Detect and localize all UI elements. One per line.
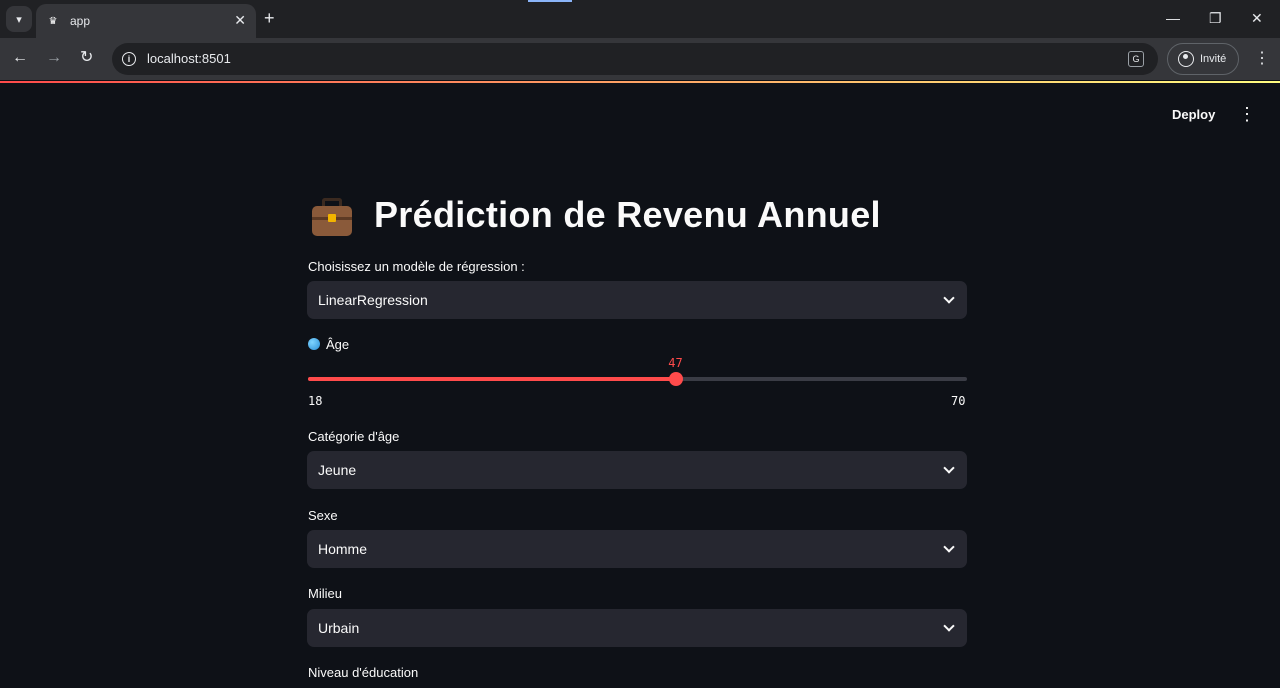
age-label-text: Âge [326, 337, 350, 352]
site-info-icon[interactable]: i [122, 52, 136, 66]
age-slider-fill [308, 377, 676, 381]
reload-button[interactable]: ↻ [80, 48, 93, 68]
page-title-row: Prédiction de Revenu Annuel [308, 190, 881, 240]
milieu-select[interactable]: Urbain [307, 609, 967, 647]
age-category-value: Jeune [318, 462, 357, 478]
age-slider-thumb[interactable] [668, 372, 683, 386]
globe-icon [308, 338, 320, 350]
model-select[interactable]: LinearRegression [307, 281, 967, 319]
age-slider-value: 47 [668, 356, 683, 370]
model-select-label: Choisissez un modèle de régression : [308, 259, 525, 274]
chevron-down-icon [943, 292, 955, 304]
tab-search-button[interactable]: ▾ [6, 6, 32, 32]
browser-menu-icon[interactable]: ⋮ [1254, 49, 1270, 69]
tab-title: app [70, 14, 91, 28]
profile-icon [1178, 51, 1194, 67]
browser-toolbar: ← → ↻ i localhost:8501 G Invité ⋮ [0, 38, 1280, 80]
close-window-button[interactable]: ✕ [1251, 10, 1263, 27]
milieu-value: Urbain [318, 620, 360, 636]
forward-button[interactable]: → [46, 48, 62, 68]
restore-window-button[interactable]: ❐ [1209, 10, 1222, 27]
age-slider-track[interactable]: 47 [308, 356, 967, 386]
profile-label: Invité [1200, 53, 1227, 65]
age-slider-max: 70 [951, 394, 966, 408]
briefcase-icon [308, 195, 356, 236]
main-menu-icon[interactable]: ⋮ [1238, 104, 1256, 124]
tab-loading-indicator [528, 0, 572, 2]
profile-button[interactable]: Invité [1167, 43, 1239, 75]
sexe-label: Sexe [308, 508, 338, 523]
deploy-button[interactable]: Deploy [1172, 107, 1215, 122]
back-button[interactable]: ← [12, 48, 28, 68]
browser-tab-bar: ▾ ♛ app ✕ + — ❐ ✕ [0, 0, 1280, 38]
milieu-label: Milieu [308, 586, 342, 601]
model-select-value: LinearRegression [318, 292, 428, 308]
age-slider-label: Âge [308, 337, 349, 352]
minimize-window-button[interactable]: — [1166, 10, 1180, 26]
translate-icon[interactable]: G [1128, 51, 1144, 67]
browser-tab[interactable]: ♛ app ✕ [36, 4, 256, 38]
chevron-down-icon [943, 462, 955, 474]
chevron-down-icon [943, 541, 955, 553]
new-tab-button[interactable]: + [264, 8, 275, 28]
sexe-select[interactable]: Homme [307, 530, 967, 568]
streamlit-favicon-icon: ♛ [48, 15, 58, 27]
tab-close-icon[interactable]: ✕ [234, 12, 246, 29]
page-title: Prédiction de Revenu Annuel [374, 194, 881, 235]
age-category-select[interactable]: Jeune [307, 451, 967, 489]
sexe-value: Homme [318, 541, 368, 557]
education-label: Niveau d'éducation [308, 665, 419, 680]
url-text[interactable]: localhost:8501 [147, 51, 231, 66]
chevron-down-icon [943, 620, 955, 632]
age-slider-min: 18 [308, 394, 323, 408]
address-bar[interactable]: i localhost:8501 G [112, 43, 1158, 75]
app-header: Deploy ⋮ [0, 83, 1280, 143]
age-category-label: Catégorie d'âge [308, 429, 400, 444]
